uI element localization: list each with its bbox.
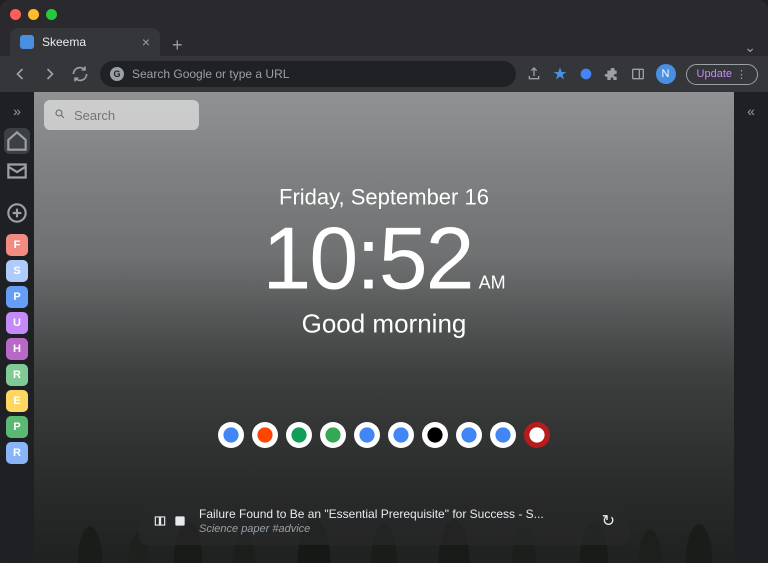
forward-button[interactable] [40, 64, 60, 84]
bookmark-star-icon[interactable] [552, 66, 568, 82]
close-tab-icon[interactable]: × [142, 34, 150, 50]
add-icon[interactable] [4, 200, 30, 226]
profile-avatar[interactable]: N [656, 64, 676, 84]
greeting-label: Good morning [34, 308, 734, 339]
card-title: Failure Found to Be an "Essential Prereq… [199, 507, 590, 521]
inbox-icon[interactable] [4, 158, 30, 184]
search-input[interactable] [74, 108, 189, 123]
ampm-label: AM [479, 272, 506, 293]
shortcut-docs[interactable] [456, 422, 482, 448]
page-search[interactable] [44, 100, 199, 130]
close-window-button[interactable] [10, 9, 21, 20]
shortcut-maps[interactable] [320, 422, 346, 448]
sidebar-tag-8[interactable]: R [6, 442, 28, 464]
collapse-right-icon[interactable]: « [738, 98, 764, 124]
side-panel-icon[interactable] [630, 66, 646, 82]
right-sidebar: « [734, 92, 768, 563]
shortcut-diamond[interactable] [218, 422, 244, 448]
sidebar-tag-0[interactable]: F [6, 234, 28, 256]
tab-title: Skeema [42, 35, 134, 49]
tab-overflow-icon[interactable]: ⌄ [744, 39, 768, 56]
reload-button[interactable] [70, 64, 90, 84]
card-subtitle: Science paper #advice [199, 523, 590, 535]
share-icon[interactable] [526, 66, 542, 82]
shortcut-c[interactable] [524, 422, 550, 448]
new-tab-button[interactable]: + [160, 35, 195, 56]
tab-favicon [20, 35, 34, 49]
window-titlebar [0, 0, 768, 28]
sidebar-tag-7[interactable]: P [6, 416, 28, 438]
sidebar-tag-6[interactable]: E [6, 390, 28, 412]
extension-icon-1[interactable] [578, 66, 594, 82]
shortcut-cloud[interactable] [354, 422, 380, 448]
update-button[interactable]: Update⋮ [686, 64, 758, 85]
article-favicon [173, 514, 187, 528]
expand-sidebar-icon[interactable]: » [4, 98, 30, 124]
minimize-window-button[interactable] [28, 9, 39, 20]
shortcut-h[interactable] [422, 422, 448, 448]
left-sidebar: » FSPUHREPR [0, 92, 34, 563]
sidebar-tag-2[interactable]: P [6, 286, 28, 308]
shortcut-info[interactable] [490, 422, 516, 448]
sidebar-tag-1[interactable]: S [6, 260, 28, 282]
shortcut-chat[interactable] [388, 422, 414, 448]
sidebar-tag-5[interactable]: R [6, 364, 28, 386]
home-icon[interactable] [4, 128, 30, 154]
sidebar-tag-3[interactable]: U [6, 312, 28, 334]
time-label: 10:52 [262, 214, 472, 302]
extensions-puzzle-icon[interactable] [604, 66, 620, 82]
search-icon [54, 107, 66, 123]
new-tab-page: Friday, September 16 10:52 AM Good morni… [34, 92, 734, 563]
back-button[interactable] [10, 64, 30, 84]
date-label: Friday, September 16 [34, 184, 734, 210]
sidebar-tag-4[interactable]: H [6, 338, 28, 360]
maximize-window-button[interactable] [46, 9, 57, 20]
shortcut-row [218, 422, 550, 448]
omnibox[interactable]: G Search Google or type a URL [100, 61, 516, 87]
shortcut-drive[interactable] [286, 422, 312, 448]
book-icon [153, 514, 167, 528]
refresh-icon[interactable]: ↻ [602, 511, 615, 531]
shortcut-reddit[interactable] [252, 422, 278, 448]
browser-toolbar: G Search Google or type a URL N Update⋮ [0, 56, 768, 92]
suggested-card[interactable]: Failure Found to Be an "Essential Prereq… [139, 497, 629, 545]
search-engine-icon: G [110, 67, 124, 81]
omnibox-placeholder: Search Google or type a URL [132, 67, 289, 81]
tab-strip: Skeema × + ⌄ [0, 28, 768, 56]
browser-tab[interactable]: Skeema × [10, 28, 160, 56]
